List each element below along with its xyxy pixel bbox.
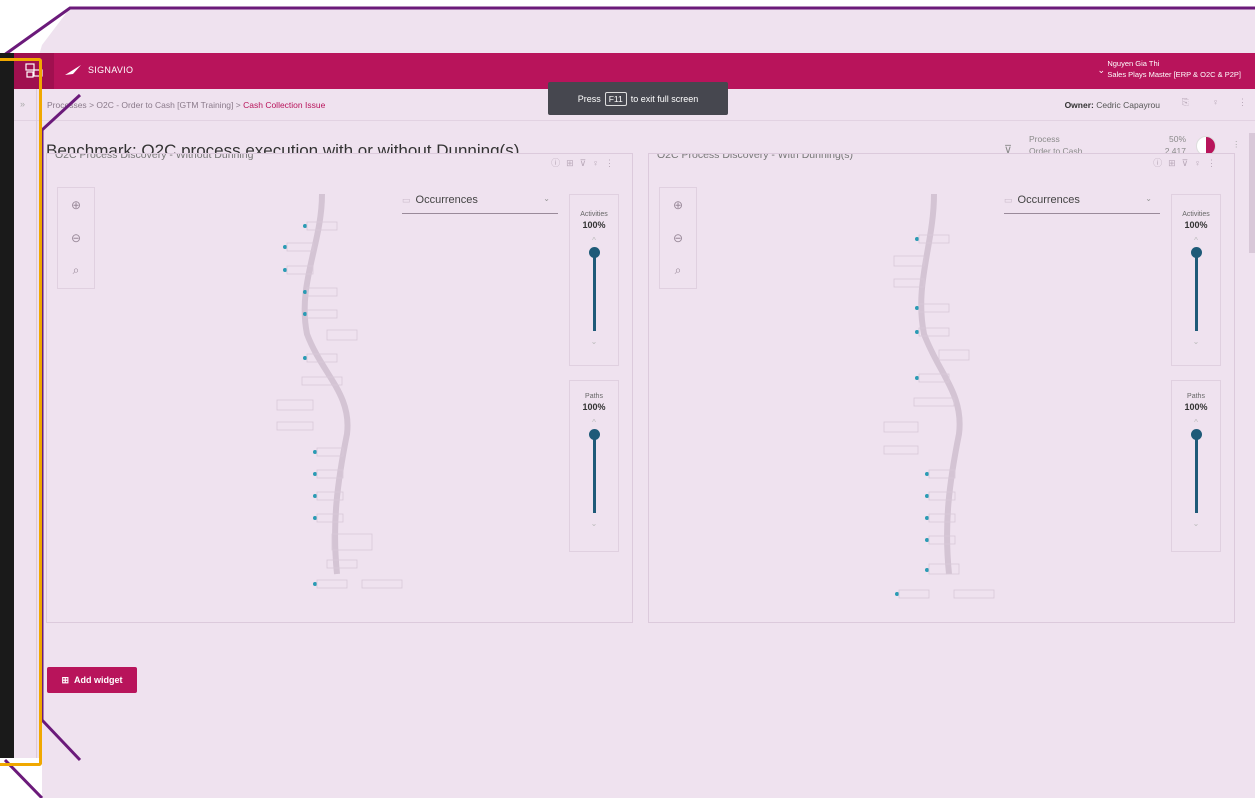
chevron-down-icon[interactable]: ⌄ bbox=[1172, 519, 1220, 528]
brand-logo[interactable]: SIGNAVIO bbox=[64, 64, 133, 76]
activities-value: 100% bbox=[1184, 220, 1208, 230]
expand-icon[interactable]: ⊞ bbox=[566, 158, 580, 168]
activities-slider[interactable]: Activities 100% ^ ⌄ bbox=[569, 194, 619, 366]
zoom-out-icon[interactable]: ⊖ bbox=[58, 221, 94, 254]
info-icon[interactable]: ⓘ bbox=[551, 158, 566, 168]
fullscreen-toast: Press F11 to exit full screen bbox=[548, 82, 728, 115]
zoom-in-icon[interactable]: ⊕ bbox=[660, 188, 696, 221]
widget-without-dunning: O2C Process Discovery - Without Dunning … bbox=[46, 153, 633, 623]
process-graph[interactable] bbox=[197, 184, 447, 604]
zoom-controls: ⊕ ⊖ ⌕ bbox=[57, 187, 95, 289]
breadcrumb-processes[interactable]: Processes bbox=[47, 100, 87, 110]
breadcrumb: Processes > O2C - Order to Cash [GTM Tra… bbox=[47, 100, 325, 110]
metric-icon: ▭ bbox=[1004, 195, 1013, 205]
metric-value: Occurrences bbox=[1017, 194, 1080, 206]
user-role: Sales Plays Master [ERP & O2C & P2P] bbox=[1107, 70, 1241, 79]
fit-icon[interactable]: ⌕ bbox=[660, 254, 696, 287]
activities-slider[interactable]: Activities 100% ^ ⌄ bbox=[1171, 194, 1221, 366]
highlight-frame bbox=[0, 58, 42, 766]
plus-icon: ⊞ bbox=[61, 674, 70, 685]
metric-value: Occurrences bbox=[415, 194, 478, 206]
owner-info: Owner: Cedric Capayrou bbox=[1065, 100, 1160, 110]
metric-icon: ▭ bbox=[402, 195, 411, 205]
share-icon[interactable]: ⎘ bbox=[1182, 97, 1189, 108]
activities-label: Activities bbox=[580, 211, 608, 218]
add-widget-label: Add widget bbox=[74, 675, 123, 685]
more-icon[interactable]: ⋮ bbox=[1207, 158, 1222, 168]
toast-key: F11 bbox=[604, 91, 627, 106]
process-percent: 50% bbox=[1168, 134, 1186, 144]
slider-track[interactable] bbox=[1190, 429, 1202, 513]
filter-icon[interactable]: ⊽ bbox=[1182, 158, 1195, 168]
toast-suffix: to exit full screen bbox=[630, 93, 699, 104]
chevron-down-icon: ⌄ bbox=[543, 194, 550, 203]
toast-prefix: Press bbox=[577, 93, 601, 104]
signavio-logo-icon bbox=[65, 65, 81, 75]
breadcrumb-current[interactable]: Cash Collection Issue bbox=[243, 100, 325, 110]
expand-icon[interactable]: ⊞ bbox=[1168, 158, 1182, 168]
brand-name: SIGNAVIO bbox=[88, 65, 134, 75]
paths-value: 100% bbox=[1184, 402, 1208, 412]
fit-icon[interactable]: ⌕ bbox=[58, 254, 94, 287]
slider-handle[interactable] bbox=[588, 247, 600, 258]
chevron-up-icon[interactable]: ^ bbox=[1172, 236, 1220, 245]
metric-dropdown[interactable]: ▭ Occurrences ⌄ bbox=[402, 194, 558, 214]
widget-tools: ⓘ⊞⊽♀⋮ bbox=[1153, 156, 1222, 169]
user-menu[interactable]: Nguyen Gia Thi Sales Plays Master [ERP &… bbox=[1107, 58, 1241, 80]
process-graph[interactable] bbox=[799, 184, 1049, 604]
breadcrumb-separator: > bbox=[235, 100, 241, 110]
chevron-up-icon[interactable]: ^ bbox=[570, 418, 618, 427]
zoom-out-icon[interactable]: ⊖ bbox=[660, 221, 696, 254]
add-widget-button[interactable]: ⊞ Add widget bbox=[47, 667, 137, 693]
chevron-down-icon[interactable]: ⌄ bbox=[1097, 65, 1105, 76]
info-icon[interactable]: ⓘ bbox=[1153, 158, 1168, 168]
chevron-up-icon[interactable]: ^ bbox=[1172, 418, 1220, 427]
breadcrumb-separator: > bbox=[89, 100, 95, 110]
slider-track[interactable] bbox=[588, 429, 600, 513]
lightbulb-icon[interactable]: ♀ bbox=[1194, 158, 1207, 168]
chevron-up-icon[interactable]: ^ bbox=[570, 236, 618, 245]
slider-handle[interactable] bbox=[588, 429, 600, 440]
process-label: Process bbox=[1029, 134, 1060, 144]
owner-name: Cedric Capayrou bbox=[1096, 100, 1160, 110]
zoom-controls: ⊕ ⊖ ⌕ bbox=[659, 187, 697, 289]
activities-value: 100% bbox=[582, 220, 606, 230]
widget-with-dunning: O2C Process Discovery - With Dunning(s) … bbox=[648, 153, 1235, 623]
breadcrumb-o2c[interactable]: O2C - Order to Cash [GTM Training] bbox=[96, 100, 233, 110]
user-name: Nguyen Gia Thi bbox=[1107, 59, 1160, 68]
widget-tools: ⓘ⊞⊽♀⋮ bbox=[551, 156, 620, 169]
more-icon[interactable]: ⋮ bbox=[1232, 139, 1241, 150]
scrollbar[interactable] bbox=[1249, 123, 1255, 753]
paths-slider[interactable]: Paths 100% ^ ⌄ bbox=[1171, 380, 1221, 552]
paths-label: Paths bbox=[585, 393, 603, 400]
slider-handle[interactable] bbox=[1190, 429, 1202, 440]
widget-title: O2C Process Discovery - With Dunning(s) bbox=[657, 153, 854, 161]
chevron-down-icon[interactable]: ⌄ bbox=[570, 337, 618, 346]
slider-track[interactable] bbox=[588, 247, 600, 331]
screen: SIGNAVIO ⌄ Nguyen Gia Thi Sales Plays Ma… bbox=[0, 0, 1255, 798]
lightbulb-icon[interactable]: ♀ bbox=[1212, 97, 1219, 107]
chevron-down-icon[interactable]: ⌄ bbox=[1172, 337, 1220, 346]
lightbulb-icon[interactable]: ♀ bbox=[592, 158, 605, 168]
chevron-down-icon: ⌄ bbox=[1145, 194, 1152, 203]
activities-label: Activities bbox=[1182, 211, 1210, 218]
metric-dropdown[interactable]: ▭ Occurrences ⌄ bbox=[1004, 194, 1160, 214]
slider-track[interactable] bbox=[1190, 247, 1202, 331]
zoom-in-icon[interactable]: ⊕ bbox=[58, 188, 94, 221]
chevron-down-icon[interactable]: ⌄ bbox=[570, 519, 618, 528]
more-icon[interactable]: ⋮ bbox=[1238, 97, 1247, 108]
app-window: SIGNAVIO ⌄ Nguyen Gia Thi Sales Plays Ma… bbox=[14, 53, 1255, 758]
slider-handle[interactable] bbox=[1190, 247, 1202, 258]
paths-value: 100% bbox=[582, 402, 606, 412]
scrollbar-thumb[interactable] bbox=[1249, 133, 1255, 253]
filter-icon[interactable]: ⊽ bbox=[580, 158, 593, 168]
paths-slider[interactable]: Paths 100% ^ ⌄ bbox=[569, 380, 619, 552]
widget-title: O2C Process Discovery - Without Dunning bbox=[55, 153, 254, 161]
paths-label: Paths bbox=[1187, 393, 1205, 400]
owner-label: Owner: bbox=[1064, 100, 1094, 110]
more-icon[interactable]: ⋮ bbox=[605, 158, 620, 168]
